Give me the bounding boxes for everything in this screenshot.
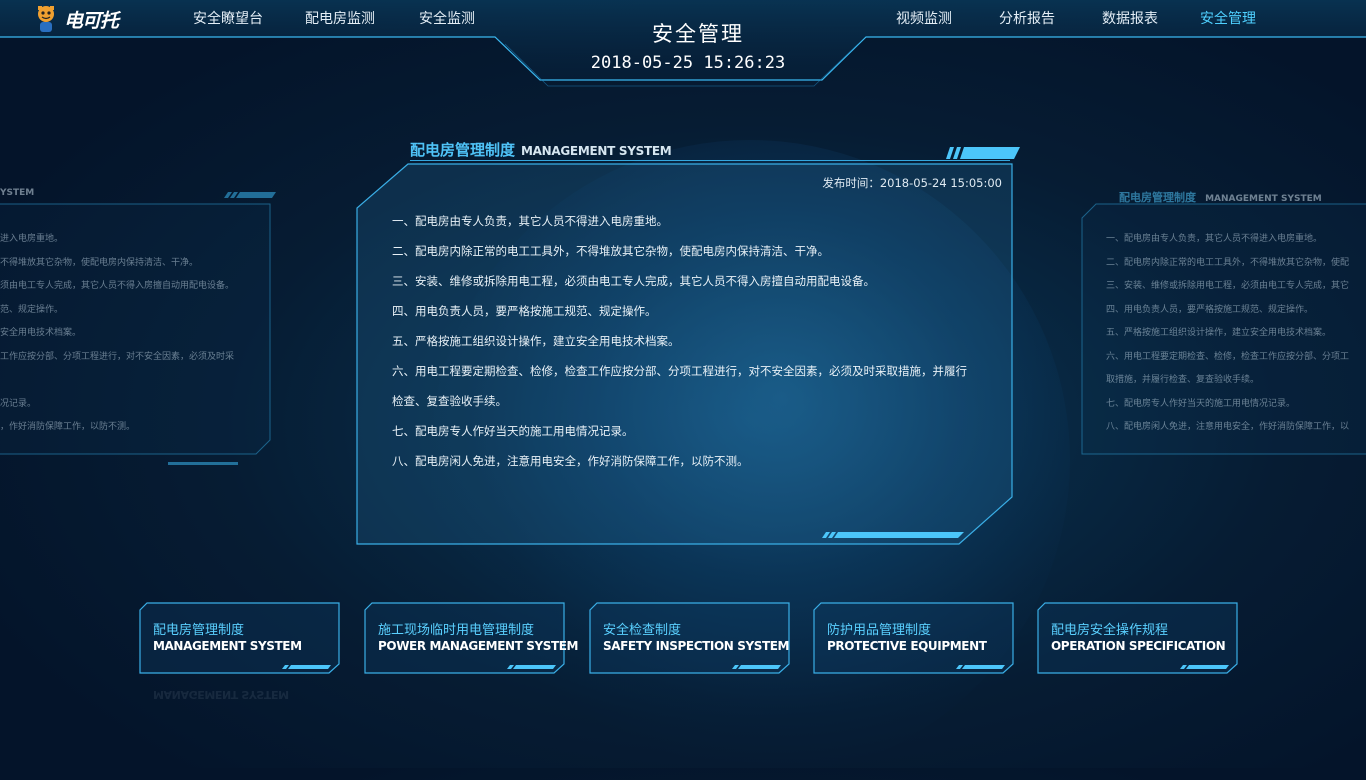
rule-item: 须由电工专人完成，其它人员不得入房擅自动用配电设备。 <box>0 281 235 291</box>
rule-item: 六、用电工程要定期检查、检修，检查工作应按分部、分项工 <box>1106 351 1350 362</box>
rule-item: 四、用电负责人员，要严格按施工规范、规定操作。 <box>1106 304 1314 315</box>
rule-item: ，作好消防保障工作，以防不测。 <box>0 422 136 432</box>
rule-item: 五、严格按施工组织设计操作，建立安全用电技术档案。 <box>392 334 680 348</box>
rule-item: 二、配电房内除正常的电工工具外，不得堆放其它杂物，使配电房内保持清洁、干净。 <box>392 244 829 258</box>
left-side-panel[interactable]: YSTEM 进入电房重地。 不得堆放其它杂物，使配电房内保持清洁、干净。 须由电… <box>0 182 278 482</box>
rule-item: 二、配电房内除正常的电工工具外，不得堆放其它杂物，使配 <box>1106 257 1350 268</box>
rule-item: 六、用电工程要定期检查、检修，检查工作应按分部、分项工程进行，对不安全因素，必须… <box>392 364 967 378</box>
rule-item: 工作应按分部、分项工程进行，对不安全因素，必须及时采 <box>0 351 235 362</box>
card-title-cn: 防护用品管理制度 <box>827 623 932 638</box>
card-title-en: POWER MANAGEMENT SYSTEM <box>378 639 579 653</box>
card-safety-inspection[interactable]: 安全检查制度 SAFETY INSPECTION SYSTEM <box>589 602 791 674</box>
right-panel-title-cn: 配电房管理制度 <box>1119 191 1196 204</box>
card-frame <box>364 602 565 674</box>
rule-item: 八、配电房闲人免进，注意用电安全，作好消防保障工作，以 <box>1106 422 1350 432</box>
card-operation-specification[interactable]: 配电房安全操作规程 OPERATION SPECIFICATION <box>1037 602 1239 674</box>
rule-item: 四、用电负责人员，要严格按施工规范、规定操作。 <box>392 304 657 318</box>
rule-item: 取措施，并履行检查、复查验收手续。 <box>1106 375 1260 385</box>
rule-item: 五、严格按施工组织设计操作，建立安全用电技术档案。 <box>1106 328 1332 338</box>
logo-text: 电可托 <box>64 9 119 32</box>
card-power-management[interactable]: 施工现场临时用电管理制度 POWER MANAGEMENT SYSTEM <box>364 602 579 674</box>
card-management-system[interactable]: 配电房管理制度 MANAGEMENT SYSTEM <box>139 602 341 674</box>
nav-right: 视频监测 分析报告 数据报表 安全管理 <box>896 0 1256 36</box>
left-panel-rules: 进入电房重地。 不得堆放其它杂物，使配电房内保持清洁、干净。 须由电工专人完成，… <box>0 228 234 440</box>
tiger-mascot-icon <box>38 6 54 32</box>
left-panel-title-en: YSTEM <box>0 188 35 198</box>
main-panel-title-cn: 配电房管理制度 <box>410 141 516 159</box>
card-title-en: PROTECTIVE EQUIPMENT <box>827 639 987 653</box>
rule-item: 三、安装、维修或拆除用电工程，必须由电工专人完成，其它 <box>1106 281 1350 291</box>
card-frame <box>1037 602 1238 674</box>
rules-list: 一、配电房由专人负责，其它人员不得进入电房重地。 二、配电房内除正常的电工工具外… <box>392 206 1002 476</box>
right-panel-heading: 配电房管理制度 MANAGEMENT SYSTEM <box>1119 186 1322 205</box>
card-title-cn: 配电房管理制度 <box>153 623 245 638</box>
nav-item-safety-monitor[interactable]: 安全监测 <box>419 8 475 28</box>
card-frame <box>139 602 340 674</box>
nav-item-power-room-monitor[interactable]: 配电房监测 <box>305 8 375 28</box>
card-title-cn: 施工现场临时用电管理制度 <box>378 623 535 638</box>
card-frame <box>589 602 790 674</box>
nav-item-video-monitor[interactable]: 视频监测 <box>896 8 952 28</box>
rule-item: 况记录。 <box>0 398 37 409</box>
card-title-en: SAFETY INSPECTION SYSTEM <box>603 639 790 653</box>
publish-time: 发布时间：2018-05-24 15:05:00 <box>822 176 1002 190</box>
rule-item: 八、配电房闲人免进，注意用电安全，作好消防保障工作，以防不测。 <box>392 454 749 468</box>
card-title-en: MANAGEMENT SYSTEM <box>153 639 302 653</box>
nav-item-data-report[interactable]: 数据报表 <box>1102 8 1158 28</box>
rule-item: 检查、复查验收手续。 <box>392 394 507 408</box>
card-frame <box>813 602 1014 674</box>
rule-item: 七、配电房专人作好当天的施工用电情况记录。 <box>1106 398 1296 409</box>
heading-stripe-decoration <box>946 147 1020 159</box>
logo[interactable]: 电可托 <box>32 2 119 36</box>
datetime-display: 2018-05-25 15:26:23 <box>590 53 786 73</box>
page-title: 安全管理 <box>652 22 744 46</box>
card-title-cn: 配电房安全操作规程 <box>1051 623 1169 638</box>
card-title-cn: 安全检查制度 <box>603 623 682 638</box>
right-side-panel[interactable]: 配电房管理制度 MANAGEMENT SYSTEM 一、配电房由专人负责，其它人… <box>1080 182 1366 482</box>
card-reflection: MANAGEMENT SYSTEM <box>153 688 289 701</box>
card-protective-equipment[interactable]: 防护用品管理制度 PROTECTIVE EQUIPMENT <box>813 602 1015 674</box>
right-panel-rules: 一、配电房由专人负责，其它人员不得进入电房重地。 二、配电房内除正常的电工工具外… <box>1106 228 1349 440</box>
card-title-en: OPERATION SPECIFICATION <box>1051 639 1226 653</box>
rule-item: 三、安装、维修或拆除用电工程，必须由电工专人完成，其它人员不得入房擅自动用配电设… <box>392 274 875 288</box>
rule-item: 安全用电技术档案。 <box>0 328 82 338</box>
nav-left: 安全瞭望台 配电房监测 安全监测 <box>193 0 475 36</box>
rule-item <box>0 369 234 393</box>
rule-item: 一、配电房由专人负责，其它人员不得进入电房重地。 <box>1106 234 1323 244</box>
nav-item-analysis-report[interactable]: 分析报告 <box>999 8 1055 28</box>
right-panel-title-en: MANAGEMENT SYSTEM <box>1205 194 1322 204</box>
main-panel-heading: 配电房管理制度 MANAGEMENT SYSTEM <box>410 139 672 160</box>
rule-item: 进入电房重地。 <box>0 234 64 244</box>
rule-item: 不得堆放其它杂物，使配电房内保持清洁、干净。 <box>0 257 199 268</box>
nav-item-safety-management[interactable]: 安全管理 <box>1200 8 1256 28</box>
main-panel-title-en: MANAGEMENT SYSTEM <box>521 144 672 158</box>
rule-item: 七、配电房专人作好当天的施工用电情况记录。 <box>392 424 634 438</box>
rule-item: 范、规定操作。 <box>0 304 64 315</box>
nav-item-safety-lookout[interactable]: 安全瞭望台 <box>193 8 263 28</box>
rule-item: 一、配电房由专人负责，其它人员不得进入电房重地。 <box>392 214 668 228</box>
